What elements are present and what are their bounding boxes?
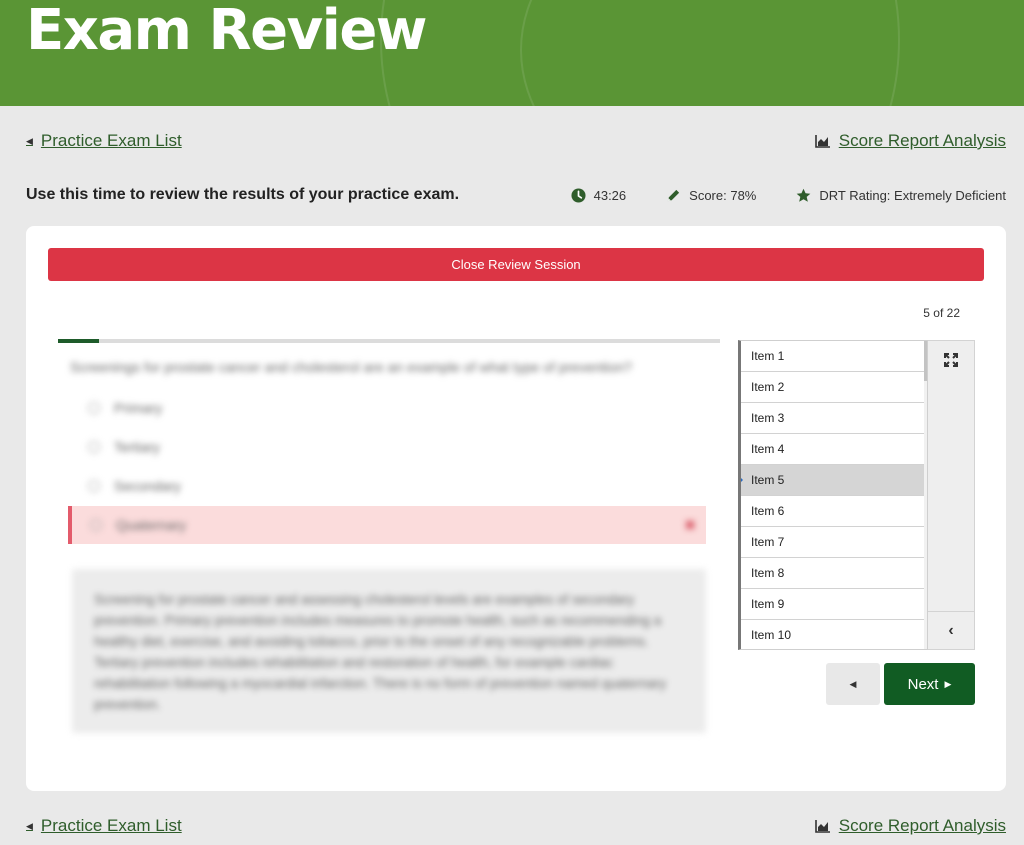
answer-option[interactable]: Tertiary: [70, 428, 706, 466]
radio-icon: [88, 402, 100, 414]
star-icon: [797, 188, 811, 202]
radio-icon: [90, 519, 102, 531]
item-list-entry[interactable]: Item 10: [741, 620, 927, 649]
next-button-label: Next: [907, 675, 939, 693]
caret-left-icon: ◀: [26, 820, 33, 831]
drt-rating-value: DRT Rating: Extremely Deficient: [819, 187, 1006, 203]
answer-option-incorrect[interactable]: Quaternary ✖: [68, 506, 706, 544]
answer-option-label: Tertiary: [114, 439, 160, 455]
item-list-entry[interactable]: Item 3: [741, 403, 927, 434]
answer-option-label: Primary: [114, 400, 163, 416]
practice-exam-list-link[interactable]: ◀ Practice Exam List: [26, 131, 182, 151]
chevron-left-icon: ‹: [948, 621, 954, 639]
close-icon: ✖: [684, 516, 696, 533]
question-area: Screenings for prostate cancer and chole…: [58, 339, 720, 739]
expand-button[interactable]: [928, 341, 974, 379]
banner-decoration: [520, 0, 1024, 106]
caret-left-icon: ◀: [26, 135, 33, 146]
progress-bar: [58, 339, 720, 343]
question-text: Screenings for prostate cancer and chole…: [70, 359, 632, 375]
practice-exam-list-label: Practice Exam List: [40, 131, 182, 150]
score-value: Score: 78%: [689, 187, 757, 203]
review-card: Close Review Session 5 of 22 Screenings …: [26, 226, 1006, 791]
score-report-analysis-label: Score Report Analysis: [838, 816, 1006, 835]
item-list-entry[interactable]: Item 7: [741, 527, 927, 558]
caret-right-icon: ▶: [944, 678, 952, 689]
timer-value: 43:26: [593, 187, 627, 203]
answer-option[interactable]: Secondary: [70, 467, 706, 505]
caret-left-icon: ◀: [849, 678, 857, 689]
item-list-entry[interactable]: Item 8: [741, 558, 927, 589]
close-review-session-button[interactable]: Close Review Session: [48, 248, 984, 281]
score-report-analysis-link[interactable]: Score Report Analysis: [814, 131, 1006, 151]
practice-exam-list-link[interactable]: ◀ Practice Exam List: [26, 816, 182, 836]
item-list[interactable]: Item 1 Item 2 Item 3 Item 4 Item 5 Item …: [738, 340, 928, 650]
chart-area-icon: [814, 820, 830, 833]
timer: 43:26: [571, 187, 627, 203]
next-button[interactable]: Next ▶: [884, 663, 975, 705]
item-list-entry[interactable]: Item 1: [741, 341, 927, 372]
answer-option-label: Quaternary: [116, 517, 187, 533]
clock-icon: [571, 187, 586, 203]
item-list-sidebar: ‹: [928, 340, 975, 650]
bottom-nav: ◀ Practice Exam List Score Report Analys…: [26, 814, 1006, 838]
top-nav: ◀ Practice Exam List Score Report Analys…: [26, 129, 1006, 153]
radio-icon: [88, 480, 100, 492]
item-list-entry[interactable]: Item 4: [741, 434, 927, 465]
pencil-icon: [668, 189, 680, 201]
answer-option[interactable]: Primary: [70, 389, 706, 427]
score-report-analysis-label: Score Report Analysis: [838, 131, 1006, 150]
drt-rating: DRT Rating: Extremely Deficient: [796, 188, 1006, 203]
item-list-entry[interactable]: Item 9: [741, 589, 927, 620]
item-list-entry[interactable]: Item 6: [741, 496, 927, 527]
collapse-panel-button[interactable]: ‹: [928, 611, 974, 649]
radio-icon: [88, 441, 100, 453]
expand-icon: [944, 353, 958, 367]
answer-option-label: Secondary: [114, 478, 181, 494]
question-counter: 5 of 22: [923, 306, 960, 320]
previous-button[interactable]: ◀: [826, 663, 880, 705]
page-title: Exam Review: [26, 0, 428, 63]
exam-info-row: Use this time to review the results of y…: [26, 184, 1006, 206]
item-list-entry[interactable]: Item 2: [741, 372, 927, 403]
item-list-entry[interactable]: Item 5: [741, 465, 927, 496]
score-stat: Score: 78%: [666, 188, 756, 203]
score-report-analysis-link[interactable]: Score Report Analysis: [814, 816, 1006, 836]
instruction-text: Use this time to review the results of y…: [26, 186, 460, 203]
header-banner: Exam Review: [0, 0, 1024, 106]
answer-explanation: Screening for prostate cancer and assess…: [72, 569, 706, 733]
progress-fill: [58, 339, 100, 343]
practice-exam-list-label: Practice Exam List: [40, 816, 182, 835]
chart-area-icon: [814, 135, 830, 148]
